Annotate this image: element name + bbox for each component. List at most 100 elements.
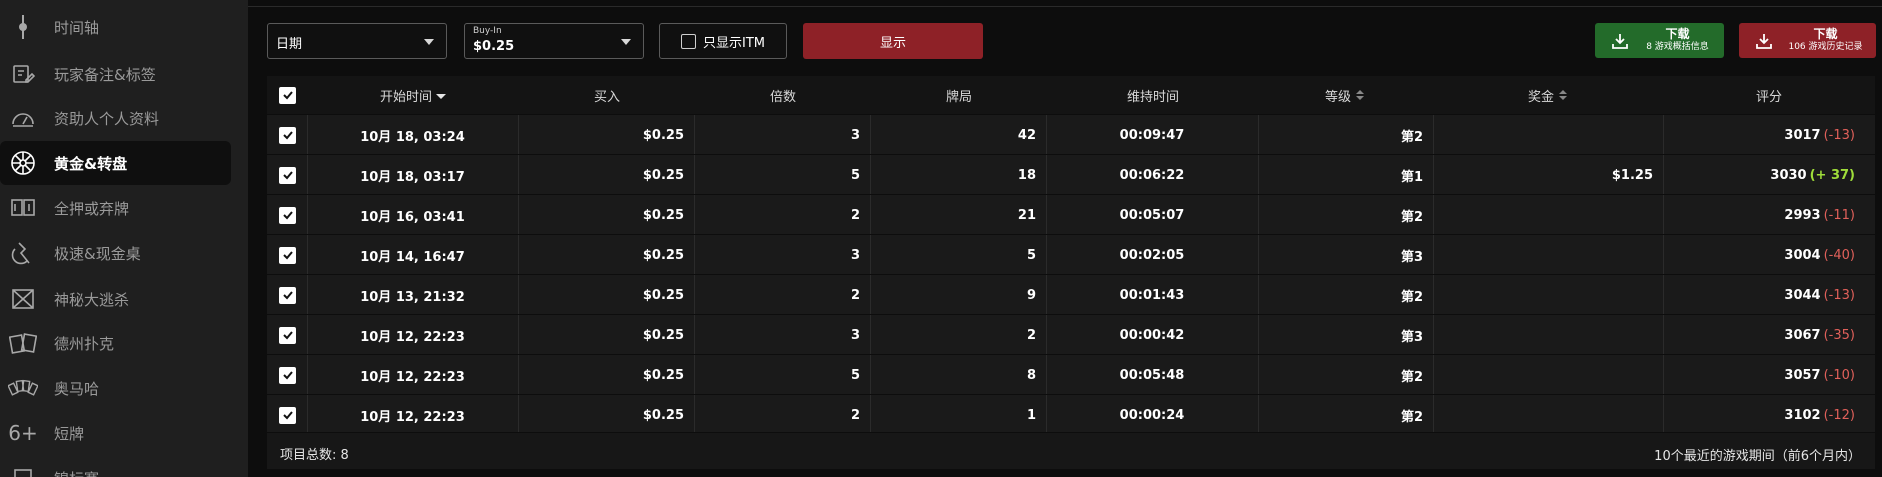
- row-checkbox[interactable]: [279, 275, 296, 315]
- sidebar-item-speed-cash[interactable]: 极速&现金桌: [0, 231, 231, 275]
- cell-duration: 00:05:07: [1119, 207, 1185, 223]
- table-row[interactable]: 10月 12, 22:23 $0.25 3 2 00:00:42 第3 3067 (-35): [267, 314, 1875, 355]
- show-button[interactable]: 显示: [803, 23, 983, 59]
- sidebar-item-timeline[interactable]: 时间轴: [0, 5, 231, 49]
- header-rank[interactable]: 等级: [1325, 76, 1365, 114]
- cell-duration: 00:00:24: [1119, 407, 1185, 423]
- sidebar-item-short-deck[interactable]: 6+ 短牌: [0, 411, 231, 455]
- table-row[interactable]: 10月 13, 21:32 $0.25 2 9 00:01:43 第2 3044 (-13): [267, 274, 1875, 315]
- row-checkbox[interactable]: [279, 355, 296, 395]
- score-delta: (-40): [1823, 247, 1855, 263]
- header-buyin[interactable]: 买入: [594, 76, 620, 114]
- column-divider: [1663, 315, 1664, 355]
- table-row[interactable]: 10月 12, 22:23 $0.25 5 8 00:05:48 第2 3057 (-10): [267, 354, 1875, 395]
- sidebar-item-gold-spin[interactable]: 黄金&转盘: [0, 141, 231, 185]
- cell-start: 10月 13, 21:32: [360, 289, 465, 305]
- header-score[interactable]: 评分: [1756, 76, 1782, 114]
- cell-hands: 21: [1017, 207, 1036, 223]
- column-divider: [694, 115, 695, 155]
- cell-start: 10月 12, 22:23: [360, 409, 465, 425]
- buyin-select-value: $0.25: [473, 39, 515, 54]
- row-checkbox[interactable]: [279, 155, 296, 195]
- cell-mult: 3: [850, 327, 860, 343]
- six-plus-icon: 6+: [8, 421, 38, 445]
- sidebar-item-player-notes[interactable]: 玩家备注&标签: [0, 52, 231, 96]
- column-divider: [694, 155, 695, 195]
- header-hands[interactable]: 牌局: [946, 76, 972, 114]
- checkbox-icon[interactable]: [681, 33, 696, 49]
- row-checkbox[interactable]: [279, 115, 296, 155]
- checkbox-checked-icon[interactable]: [279, 406, 296, 424]
- mystery-icon: [8, 284, 38, 314]
- row-checkbox[interactable]: [279, 195, 296, 235]
- checkbox-checked-icon[interactable]: [279, 126, 296, 144]
- cell-score: 3017 (-13): [1784, 115, 1855, 155]
- checkbox-checked-icon[interactable]: [279, 166, 296, 184]
- table-row[interactable]: 10月 18, 03:24 $0.25 3 42 00:09:47 第2 3017 (-13): [267, 114, 1875, 155]
- header-prize[interactable]: 奖金: [1528, 76, 1568, 114]
- column-divider: [694, 235, 695, 275]
- score-value: 3030: [1770, 167, 1807, 183]
- cards-icon: [8, 328, 38, 358]
- checkbox-checked-icon[interactable]: [279, 286, 296, 304]
- checkbox-checked-icon[interactable]: [279, 246, 296, 264]
- header-duration[interactable]: 维持时间: [1127, 76, 1179, 114]
- row-checkbox[interactable]: [279, 235, 296, 275]
- sidebar-item-label: 奥马哈: [54, 379, 100, 398]
- row-checkbox[interactable]: [279, 395, 296, 435]
- trophy-icon: [8, 463, 38, 477]
- chevron-down-icon: [621, 39, 631, 45]
- sidebar-item-omaha[interactable]: 奥马哈: [0, 366, 231, 410]
- sidebar-item-sponsor-profile[interactable]: 资助人个人资料: [0, 96, 231, 140]
- cell-start: 10月 12, 22:23: [360, 329, 465, 345]
- itm-only-toggle[interactable]: 只显示ITM: [659, 23, 787, 59]
- cell-score: 3057 (-10): [1784, 355, 1855, 395]
- itm-only-label: 只显示ITM: [703, 35, 765, 51]
- cell-rank: 第2: [1400, 409, 1423, 425]
- date-select-value: 日期: [276, 37, 303, 52]
- column-divider: [518, 315, 519, 355]
- table-row[interactable]: 10月 18, 03:17 $0.25 5 18 00:06:22 第1 $1.25 3030…: [267, 154, 1875, 195]
- column-divider: [1433, 395, 1434, 435]
- column-divider: [870, 235, 871, 275]
- buyin-caption: Buy-In: [473, 26, 502, 36]
- sidebar-item-allin-fold[interactable]: 全押或弃牌: [0, 186, 231, 230]
- table-row[interactable]: 10月 14, 16:47 $0.25 3 5 00:02:05 第3 3004 (-40): [267, 234, 1875, 275]
- score-value: 3017: [1784, 127, 1821, 143]
- table-row[interactable]: 10月 12, 22:23 $0.25 2 1 00:00:24 第2 3102 (-12): [267, 394, 1875, 435]
- checkbox-checked-icon[interactable]: [279, 206, 296, 224]
- sidebar-item-tournament[interactable]: 锦标赛: [0, 456, 231, 477]
- cell-prize: $1.25: [1611, 167, 1653, 183]
- column-divider: [870, 115, 871, 155]
- select-all-checkbox[interactable]: [279, 76, 296, 114]
- header-multiplier[interactable]: 倍数: [770, 76, 796, 114]
- date-select[interactable]: 日期: [267, 23, 447, 59]
- column-divider: [1663, 115, 1664, 155]
- table-row[interactable]: 10月 16, 03:41 $0.25 2 21 00:05:07 第2 2993 (-11): [267, 194, 1875, 235]
- column-divider: [518, 355, 519, 395]
- checkbox-checked-icon[interactable]: [279, 86, 296, 104]
- header-start-time[interactable]: 开始时间: [380, 76, 447, 114]
- checkbox-checked-icon[interactable]: [279, 326, 296, 344]
- cell-score: 2993 (-11): [1784, 195, 1855, 235]
- score-delta: (-11): [1823, 207, 1855, 223]
- cell-duration: 00:06:22: [1119, 167, 1185, 183]
- column-divider: [518, 275, 519, 315]
- download-summary-button[interactable]: 下载 8 游戏概括信息: [1595, 23, 1724, 58]
- checkbox-checked-icon[interactable]: [279, 366, 296, 384]
- sidebar-item-holdem[interactable]: 德州扑克: [0, 321, 231, 365]
- sidebar-item-label: 资助人个人资料: [54, 109, 160, 128]
- row-checkbox[interactable]: [279, 315, 296, 355]
- sidebar-item-label: 玩家备注&标签: [54, 65, 156, 84]
- buyin-select[interactable]: Buy-In $0.25: [464, 23, 644, 59]
- score-delta: (-13): [1823, 127, 1855, 143]
- sort-icon: [1559, 90, 1568, 100]
- cell-duration: 00:05:48: [1119, 367, 1185, 383]
- table-header: 开始时间 买入 倍数 牌局 维持时间 等级 奖金 评分: [267, 76, 1875, 114]
- cell-start: 10月 18, 03:24: [360, 129, 465, 145]
- sidebar-item-label: 神秘大逃杀: [54, 290, 130, 309]
- sidebar-item-mystery-battle[interactable]: 神秘大逃杀: [0, 277, 231, 321]
- column-divider: [694, 395, 695, 435]
- download-history-button[interactable]: 下载 106 游戏历史记录: [1739, 23, 1876, 58]
- column-divider: [870, 155, 871, 195]
